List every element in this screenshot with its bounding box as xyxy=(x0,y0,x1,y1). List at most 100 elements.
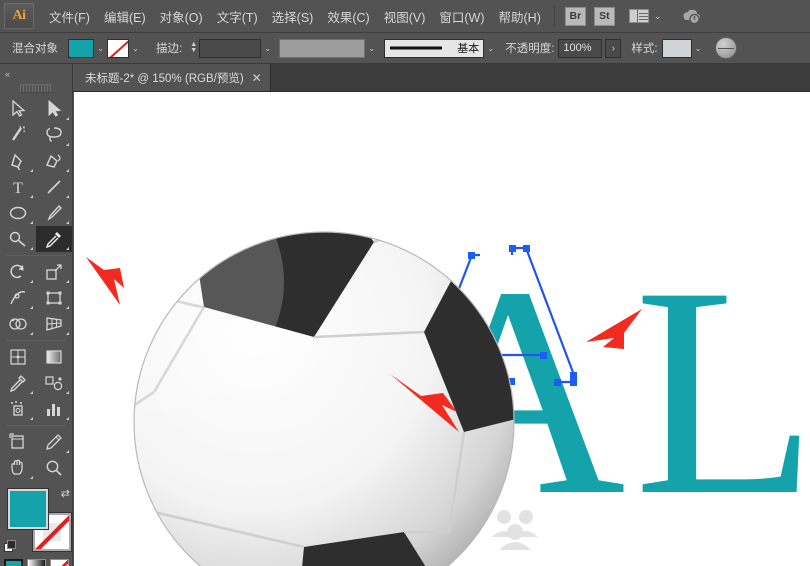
swap-fill-stroke-icon[interactable]: ⇄ xyxy=(61,487,70,500)
opacity-panel-button[interactable]: › xyxy=(605,38,622,58)
anchor-point xyxy=(468,252,475,259)
default-fill-stroke-icon[interactable] xyxy=(4,540,17,553)
tool-group-indicator xyxy=(30,476,33,479)
tool-group-indicator xyxy=(30,247,33,250)
opacity-input[interactable]: 100% xyxy=(558,38,603,58)
stroke-style-field[interactable] xyxy=(279,38,366,58)
artboard-tool[interactable] xyxy=(0,429,36,455)
menu-edit[interactable]: 编辑(E) xyxy=(97,3,153,30)
anchor-point xyxy=(554,379,561,386)
fill-color-indicator[interactable] xyxy=(7,488,49,530)
magic-wand-tool[interactable] xyxy=(0,122,36,148)
stroke-style-chevron-icon[interactable]: ⌄ xyxy=(365,39,378,58)
lasso-tool[interactable] xyxy=(36,122,72,148)
stroke-width-stepper[interactable]: ▲ ▼ xyxy=(188,39,199,58)
rotate-tool[interactable] xyxy=(0,259,36,285)
menu-object[interactable]: 对象(O) xyxy=(153,3,210,30)
paintbrush-tool[interactable] xyxy=(36,200,72,226)
menu-file[interactable]: 文件(F) xyxy=(42,3,97,30)
anchor-point xyxy=(509,245,516,252)
anchor-point xyxy=(540,352,547,359)
toolbox-collapse-button[interactable]: « xyxy=(0,64,72,84)
document-setup-icon[interactable] xyxy=(714,37,737,59)
tool-group-indicator xyxy=(66,332,69,335)
anchor-point xyxy=(523,245,530,252)
anchor-point xyxy=(570,379,577,386)
document-tab[interactable]: 未标题-2* @ 150% (RGB/预览) ✕ xyxy=(73,64,271,91)
tool-group-indicator xyxy=(30,280,33,283)
shape-builder-tool[interactable] xyxy=(0,311,36,337)
tool-group-indicator xyxy=(66,450,69,453)
toolbox-panel: « T ⇄ xyxy=(0,64,73,566)
fill-swatch-chevron-icon[interactable]: ⌄ xyxy=(94,39,107,58)
selection-tool[interactable] xyxy=(0,96,36,122)
tool-group-indicator xyxy=(30,306,33,309)
eyedropper-alt-tool[interactable] xyxy=(0,370,36,396)
none-mode-button[interactable] xyxy=(49,559,69,566)
menu-effect[interactable]: 效果(C) xyxy=(320,3,376,30)
color-mode-row xyxy=(0,559,72,566)
scale-tool[interactable] xyxy=(36,259,72,285)
workspace-icon xyxy=(628,9,649,23)
menu-window[interactable]: 窗口(W) xyxy=(432,3,491,30)
width-tool[interactable] xyxy=(0,285,36,311)
menu-select[interactable]: 选择(S) xyxy=(265,3,321,30)
stroke-profile-chevron-icon[interactable]: ⌄ xyxy=(484,39,497,58)
tool-group-indicator xyxy=(30,221,33,224)
document-canvas[interactable]: B A L xyxy=(74,92,810,566)
default-fill-square xyxy=(7,540,16,549)
menu-view[interactable]: 视图(V) xyxy=(377,3,433,30)
letter-L: L xyxy=(634,225,810,557)
symbol-sprayer-tool[interactable] xyxy=(0,396,36,422)
blend-tool[interactable] xyxy=(36,370,72,396)
gradient-mode-button[interactable] xyxy=(26,559,46,566)
bridge-button[interactable]: Br xyxy=(564,6,586,26)
curvature-tool[interactable] xyxy=(36,148,72,174)
stroke-profile-label: 基本 xyxy=(457,43,480,55)
mesh-tool[interactable] xyxy=(0,344,36,370)
pen-tool[interactable] xyxy=(0,148,36,174)
type-tool[interactable]: T xyxy=(0,174,36,200)
svg-text:T: T xyxy=(13,180,23,197)
fill-color-swatch[interactable] xyxy=(68,38,94,58)
menu-type[interactable]: 文字(T) xyxy=(210,3,265,30)
column-graph-tool[interactable] xyxy=(36,396,72,422)
illustrator-window: Ai 文件(F) 编辑(E) 对象(O) 文字(T) 选择(S) 效果(C) 视… xyxy=(0,0,810,566)
stroke-width-input[interactable] xyxy=(199,38,262,58)
tool-group-indicator xyxy=(66,221,69,224)
tool-group-indicator xyxy=(30,332,33,335)
ellipse-tool[interactable] xyxy=(0,200,36,226)
slice-tool[interactable] xyxy=(36,429,72,455)
perspective-grid-tool[interactable] xyxy=(36,311,72,337)
document-tab-bar: 未标题-2* @ 150% (RGB/预览) ✕ xyxy=(73,64,810,92)
gradient-tool[interactable] xyxy=(36,344,72,370)
direct-selection-tool[interactable] xyxy=(36,96,72,122)
toolbox-divider xyxy=(6,255,66,256)
menu-help[interactable]: 帮助(H) xyxy=(492,3,548,30)
style-chevron-icon[interactable]: ⌄ xyxy=(692,39,705,58)
stock-button[interactable]: St xyxy=(593,6,615,26)
cc-sync-icon[interactable] xyxy=(679,5,703,27)
stroke-width-label: 描边: xyxy=(156,43,183,55)
zoom-tool[interactable] xyxy=(36,455,72,481)
shaper-tool[interactable] xyxy=(0,226,36,252)
hand-tool[interactable] xyxy=(0,455,36,481)
selected-object-label: 混合对象 xyxy=(12,43,58,55)
free-transform-tool[interactable] xyxy=(36,285,72,311)
chevron-down-icon: ⌄ xyxy=(653,10,662,21)
line-segment-tool[interactable] xyxy=(36,174,72,200)
control-bar: 混合对象 ⌄ ⌄ 描边: ▲ ▼ ⌄ ⌄ 基本 ⌄ 不透明度: 100% › 样式… xyxy=(0,33,810,64)
stroke-color-swatch[interactable] xyxy=(107,38,129,58)
stroke-swatch-chevron-icon[interactable]: ⌄ xyxy=(129,39,142,58)
stroke-profile-select[interactable]: 基本 xyxy=(384,38,485,58)
color-mode-button[interactable] xyxy=(3,559,23,566)
eyedropper-tool[interactable] xyxy=(36,226,72,252)
stroke-width-chevron-icon[interactable]: ⌄ xyxy=(261,39,274,58)
toolbox-drag-grip[interactable] xyxy=(20,84,52,93)
menu-divider xyxy=(553,6,555,26)
stroke-profile-preview-icon xyxy=(390,46,443,50)
tool-group-indicator xyxy=(66,143,69,146)
graphic-style-swatch[interactable] xyxy=(661,38,692,58)
close-icon[interactable]: ✕ xyxy=(252,72,262,84)
workspace-switcher[interactable]: ⌄ xyxy=(625,7,666,25)
